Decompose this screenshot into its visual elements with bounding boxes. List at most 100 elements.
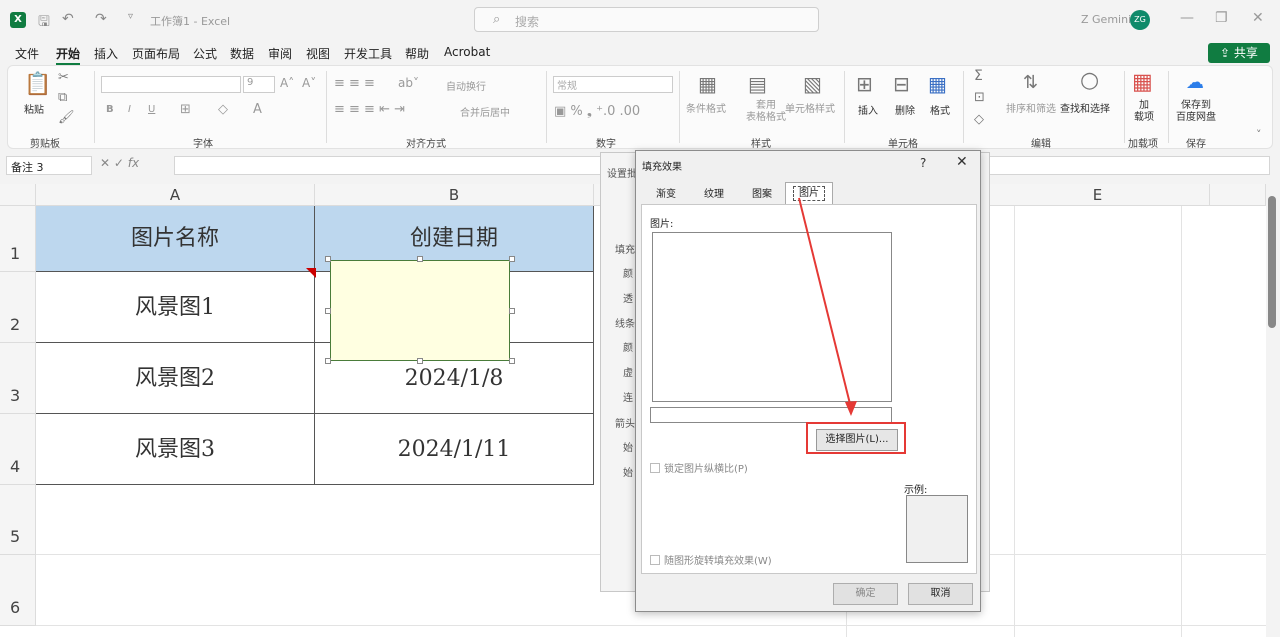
column-header-f[interactable] [1210, 184, 1266, 206]
cell-style-icon[interactable]: ▧ [803, 72, 822, 96]
percent-icon[interactable]: ▣ % ❟ ⁺.0 .00 [554, 104, 640, 119]
avatar[interactable]: ZG [1130, 10, 1150, 30]
cut-icon[interactable]: ✂ [58, 70, 69, 85]
row-header-6[interactable]: 6 [0, 555, 36, 626]
save-baidu-button[interactable]: 保存到 百度网盘 [1176, 100, 1216, 124]
tab-picture[interactable]: 图片 [785, 182, 833, 205]
fill-color-icon[interactable]: ◇ [218, 102, 228, 117]
resize-handle[interactable] [509, 308, 515, 314]
menu-help[interactable]: 帮助 [405, 45, 429, 62]
bold-icon[interactable]: B [106, 104, 114, 115]
undo-icon[interactable]: ↶ [62, 11, 74, 27]
conditional-format-button[interactable]: 条件格式 [686, 100, 726, 115]
cancel-icon[interactable]: ✕ [100, 156, 110, 170]
table-format-button[interactable]: 套用 表格格式 [746, 100, 786, 124]
conditional-format-icon[interactable]: ▦ [698, 72, 717, 96]
menu-data[interactable]: 数据 [230, 45, 254, 62]
menu-developer[interactable]: 开发工具 [344, 45, 392, 62]
menu-home[interactable]: 开始 [56, 45, 81, 65]
help-icon[interactable]: ? [920, 156, 926, 170]
lock-aspect-checkbox[interactable]: 锁定图片纵横比(P) [650, 460, 748, 475]
addins-icon[interactable]: ▦ [1132, 70, 1153, 95]
column-header-b[interactable]: B [315, 184, 594, 206]
format-cells-button[interactable]: 格式 [930, 102, 950, 117]
orientation-icon[interactable]: ab˅ [398, 76, 419, 90]
align-top-icon[interactable]: ≡ ≡ ≡ [334, 76, 375, 91]
delete-cells-button[interactable]: 删除 [895, 102, 915, 117]
rotate-with-shape-checkbox[interactable]: 随图形旋转填充效果(W) [650, 552, 772, 567]
row-header-5[interactable]: 5 [0, 485, 36, 555]
row-header-1[interactable]: 1 [0, 206, 36, 272]
paste-icon[interactable]: 📋 [24, 72, 51, 97]
sort-filter-icon[interactable]: ⇅ [1023, 72, 1038, 93]
tab-texture[interactable]: 纹理 [694, 184, 734, 205]
row-header-2[interactable]: 2 [0, 272, 36, 343]
menu-review[interactable]: 审阅 [268, 45, 292, 62]
delete-cells-icon[interactable]: ⊟ [893, 72, 910, 96]
redo-icon[interactable]: ↷ [95, 11, 107, 27]
font-size-select[interactable]: 9 [243, 76, 275, 93]
note-box[interactable] [330, 260, 510, 361]
collapse-ribbon-icon[interactable]: ˅ [1256, 128, 1262, 141]
customize-icon[interactable]: ▿ [128, 11, 133, 22]
fx-icon[interactable]: ✕ ✓ fx [100, 156, 139, 170]
cell-style-button[interactable]: 单元格样式 [785, 100, 835, 115]
resize-handle[interactable] [417, 358, 423, 364]
number-format-select[interactable]: 常规 [553, 76, 673, 93]
minimize-icon[interactable]: — [1180, 10, 1194, 26]
addins-button[interactable]: 加 载项 [1134, 100, 1154, 124]
menu-acrobat[interactable]: Acrobat [444, 45, 490, 59]
save-icon[interactable]: 🖫 [38, 11, 50, 35]
search-box[interactable]: ⌕ 搜索 [474, 7, 819, 32]
resize-handle[interactable] [417, 256, 423, 262]
resize-handle[interactable] [325, 256, 331, 262]
tab-gradient[interactable]: 渐变 [646, 184, 686, 205]
cell-a4[interactable]: 风景图3 [36, 414, 315, 485]
paste-label[interactable]: 粘贴 [24, 101, 44, 116]
close-icon[interactable]: ✕ [1252, 10, 1264, 26]
fill-icon[interactable]: ⊡ [974, 90, 985, 105]
clear-icon[interactable]: ◇ [974, 112, 984, 127]
font-color-icon[interactable]: A [253, 102, 262, 117]
ok-button[interactable]: 确定 [833, 583, 898, 605]
restore-icon[interactable]: ❐ [1215, 10, 1228, 26]
resize-handle[interactable] [509, 358, 515, 364]
baidu-cloud-icon[interactable]: ☁ [1186, 72, 1204, 93]
table-format-icon[interactable]: ▤ [748, 72, 767, 96]
shrink-font-icon[interactable]: A˅ [302, 76, 316, 90]
format-cells-icon[interactable]: ▦ [928, 72, 947, 96]
scroll-thumb[interactable] [1268, 196, 1276, 328]
insert-cells-button[interactable]: 插入 [858, 102, 878, 117]
cell-a3[interactable]: 风景图2 [36, 343, 315, 414]
find-select-button[interactable]: 查找和选择 [1060, 100, 1110, 115]
merge-center-button[interactable]: 合并后居中 [460, 104, 510, 119]
row-header-4[interactable]: 4 [0, 414, 36, 485]
sort-filter-button[interactable]: 排序和筛选 [1006, 100, 1056, 115]
column-header-e[interactable]: E [986, 184, 1210, 206]
menu-file[interactable]: 文件 [15, 45, 39, 62]
column-header-a[interactable]: A [36, 184, 315, 206]
resize-handle[interactable] [325, 308, 331, 314]
select-all[interactable] [0, 184, 36, 206]
dialog-close-icon[interactable]: ✕ [956, 154, 968, 170]
format-painter-icon[interactable]: 🖌 [58, 110, 75, 125]
cell-b4[interactable]: 2024/1/11 [315, 414, 594, 485]
cancel-button[interactable]: 取消 [908, 583, 973, 605]
name-box[interactable]: 备注 3 [6, 156, 92, 175]
tab-pattern[interactable]: 图案 [742, 184, 782, 205]
menu-page-layout[interactable]: 页面布局 [132, 45, 180, 62]
underline-icon[interactable]: U [148, 104, 155, 115]
font-name-select[interactable] [101, 76, 241, 93]
resize-handle[interactable] [509, 256, 515, 262]
align-left-icon[interactable]: ≡ ≡ ≡ ⇤ ⇥ [334, 102, 405, 117]
menu-formulas[interactable]: 公式 [193, 45, 217, 62]
resize-handle[interactable] [325, 358, 331, 364]
border-icon[interactable]: ⊞ [180, 102, 191, 117]
italic-icon[interactable]: I [128, 104, 131, 115]
share-button[interactable]: ⇪ 共享 [1208, 43, 1270, 63]
insert-cells-icon[interactable]: ⊞ [856, 72, 873, 96]
find-select-icon[interactable]: ○ [1080, 68, 1099, 93]
cell-a1[interactable]: 图片名称 [36, 206, 315, 272]
enter-icon[interactable]: ✓ [114, 156, 124, 170]
cell-a2[interactable]: 风景图1 [36, 272, 315, 343]
